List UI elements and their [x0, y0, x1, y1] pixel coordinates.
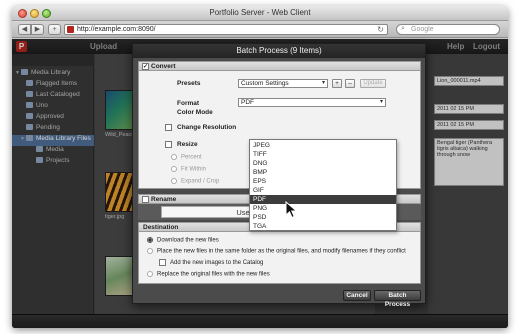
reload-icon[interactable]: ↻ — [377, 25, 384, 34]
format-option-gif[interactable]: GIF — [250, 186, 396, 195]
destination-option-label: Replace the original files with the new … — [157, 271, 270, 278]
format-option-bmp[interactable]: BMP — [250, 168, 396, 177]
favicon-icon — [67, 26, 74, 33]
format-option-png[interactable]: PNG — [250, 204, 396, 213]
search-placeholder: Google — [411, 26, 434, 33]
radio-button[interactable] — [171, 166, 177, 172]
back-button[interactable]: ◀ — [18, 24, 31, 35]
format-option-psd[interactable]: PSD — [250, 213, 396, 222]
change-resolution-label: Change Resolution — [177, 124, 237, 131]
presets-label: Presets — [177, 80, 201, 87]
address-bar[interactable]: http://example.com:8090/ ↻ — [64, 24, 388, 35]
format-option-eps[interactable]: EPS — [250, 177, 396, 186]
add-preset-button[interactable]: + — [332, 79, 342, 88]
format-label: Format — [177, 100, 200, 107]
color-mode-label: Color Mode — [177, 109, 213, 116]
forward-button[interactable]: ▶ — [31, 24, 44, 35]
format-option-dng[interactable]: DNG — [250, 159, 396, 168]
format-option-tiff[interactable]: TIFF — [250, 150, 396, 159]
radio-button[interactable] — [147, 248, 153, 254]
format-dropdown-list: JPEG TIFF DNG BMP EPS GIF PDF PNG PSD TG… — [249, 139, 397, 231]
change-resolution-checkbox[interactable] — [165, 124, 172, 131]
window-title: Portfolio Server - Web Client — [209, 8, 311, 17]
presets-select[interactable]: Custom Settings ▾ — [238, 79, 328, 88]
convert-label: Convert — [151, 63, 176, 70]
convert-checkbox[interactable]: ✓ — [142, 63, 149, 70]
format-select[interactable]: PDF ▾ — [238, 98, 386, 107]
resize-option-percent[interactable]: Percent — [171, 154, 202, 161]
batch-process-button[interactable]: Batch Process — [374, 290, 421, 308]
chevron-down-icon: ▾ — [379, 99, 383, 105]
radio-button[interactable] — [147, 271, 153, 277]
presets-value: Custom Settings — [241, 80, 289, 87]
resize-option-expand-crop[interactable]: Expand / Crop — [171, 178, 219, 185]
convert-section-header: ✓ Convert — [138, 61, 421, 71]
add-to-catalog-option[interactable]: Add the new images to the Catalog — [159, 259, 263, 266]
radio-button[interactable] — [171, 154, 177, 160]
mouse-pointer-icon — [285, 201, 298, 219]
batch-process-dialog: Batch Process (9 Items) ✓ Convert Preset… — [132, 43, 426, 308]
cancel-button[interactable]: Cancel — [343, 290, 371, 301]
add-bookmark-button[interactable]: + — [48, 24, 61, 35]
search-input[interactable]: ⌕ Google — [396, 24, 500, 35]
resize-checkbox[interactable] — [165, 141, 172, 148]
url-text: http://example.com:8090/ — [77, 26, 156, 33]
radio-button[interactable] — [147, 237, 153, 243]
search-icon: ⌕ — [401, 25, 405, 32]
destination-option-label: Download the new files — [157, 237, 219, 244]
destination-section-body: Download the new files Place the new fil… — [138, 232, 421, 284]
browser-window: Portfolio Server - Web Client ◀ ▶ + http… — [12, 6, 508, 328]
remove-preset-button[interactable]: – — [345, 79, 355, 88]
resize-label: Resize — [177, 141, 198, 148]
destination-option-download[interactable]: Download the new files — [147, 237, 219, 244]
update-preset-button[interactable]: Update — [360, 79, 386, 88]
add-to-catalog-checkbox[interactable] — [159, 259, 166, 266]
chevron-down-icon: ▾ — [321, 80, 325, 86]
browser-toolbar: ◀ ▶ + http://example.com:8090/ ↻ ⌕ Googl… — [12, 21, 508, 38]
resize-option-label: Percent — [181, 154, 202, 161]
format-option-pdf[interactable]: PDF — [250, 195, 396, 204]
destination-option-replace[interactable]: Replace the original files with the new … — [147, 271, 270, 278]
resize-option-fit-within[interactable]: Fit Within — [171, 166, 206, 173]
add-to-catalog-label: Add the new images to the Catalog — [170, 260, 264, 267]
destination-option-label: Place the new files in the same folder a… — [157, 248, 406, 255]
format-option-tga[interactable]: TGA — [250, 222, 396, 231]
rename-label: Rename — [151, 196, 177, 203]
resize-option-label: Expand / Crop — [181, 178, 220, 185]
format-value: PDF — [241, 99, 254, 106]
dialog-title: Batch Process (9 Items) — [133, 44, 425, 58]
resize-option-label: Fit Within — [181, 166, 207, 173]
radio-button[interactable] — [171, 178, 177, 184]
destination-option-same-folder[interactable]: Place the new files in the same folder a… — [147, 248, 406, 255]
title-bar: Portfolio Server - Web Client — [12, 6, 508, 21]
rename-checkbox[interactable] — [142, 196, 149, 203]
format-option-jpeg[interactable]: JPEG — [250, 141, 396, 150]
